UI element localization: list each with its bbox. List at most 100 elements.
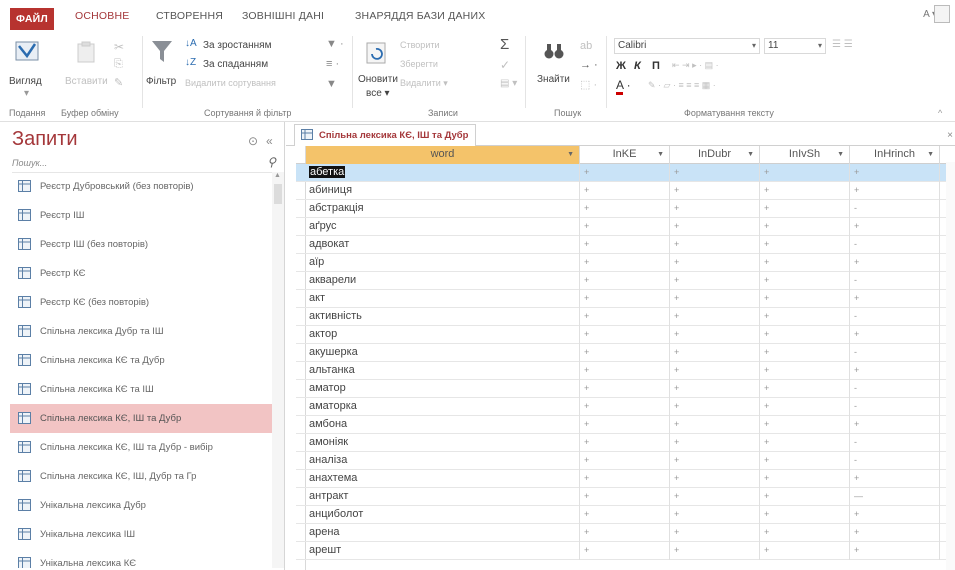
word-cell[interactable]: арешт [306, 542, 580, 560]
word-cell[interactable]: анахтема [306, 470, 580, 488]
nav-query-item[interactable]: Реєстр ІШ [10, 201, 272, 230]
table-row[interactable]: анахтема + + + + [296, 470, 948, 488]
totals-icon[interactable]: Σ [500, 36, 509, 53]
column-header-inivsh[interactable]: InIvSh ▼ [760, 146, 850, 164]
word-cell[interactable]: амоніяк [306, 434, 580, 452]
highlight-icons[interactable]: ✎ · ▱ · ≡ ≡ ≡ ▦ · [648, 80, 716, 91]
list-format-icons[interactable]: ☰ ☰ [832, 39, 853, 50]
flag-cell[interactable]: - [850, 236, 940, 254]
flag-cell[interactable]: + [580, 524, 670, 542]
flag-cell[interactable]: + [760, 218, 850, 236]
flag-cell[interactable]: + [670, 236, 760, 254]
tab-home[interactable]: ОСНОВНЕ [75, 10, 130, 22]
flag-cell[interactable]: + [760, 524, 850, 542]
tab-file[interactable]: ФАЙЛ [10, 8, 54, 30]
collapse-ribbon-icon[interactable]: ^ [938, 108, 942, 118]
scroll-thumb[interactable] [274, 184, 282, 204]
flag-cell[interactable]: + [580, 290, 670, 308]
table-row[interactable]: аматор + + + - [296, 380, 948, 398]
flag-cell[interactable]: + [670, 182, 760, 200]
flag-cell[interactable]: + [760, 488, 850, 506]
flag-cell[interactable]: + [580, 308, 670, 326]
flag-cell[interactable]: + [670, 326, 760, 344]
toggle-filter-icon[interactable]: ▼ [326, 78, 337, 90]
flag-cell[interactable]: + [580, 236, 670, 254]
flag-cell[interactable]: + [580, 200, 670, 218]
nav-query-item[interactable]: Спільна лексика КЄ, ІШ, Дубр та Гр [10, 462, 272, 491]
font-size-select[interactable]: 11 ▾ [764, 38, 826, 54]
flag-cell[interactable]: + [670, 488, 760, 506]
view-icon[interactable] [14, 38, 40, 64]
flag-cell[interactable]: + [670, 362, 760, 380]
flag-cell[interactable]: + [760, 416, 850, 434]
avatar[interactable] [934, 5, 950, 23]
nav-query-item[interactable]: Спільна лексика КЄ та Дубр [10, 346, 272, 375]
word-cell[interactable]: акушерка [306, 344, 580, 362]
table-row[interactable]: антракт + + + — [296, 488, 948, 506]
word-cell[interactable]: активність [306, 308, 580, 326]
spelling-icon[interactable]: ✓ [500, 58, 510, 72]
table-row[interactable]: аґрус + + + + [296, 218, 948, 236]
flag-cell[interactable]: + [670, 470, 760, 488]
flag-cell[interactable]: + [670, 290, 760, 308]
nav-query-item[interactable]: Унікальна лексика КЄ [10, 549, 272, 568]
flag-cell[interactable]: + [580, 506, 670, 524]
flag-cell[interactable]: + [850, 182, 940, 200]
nav-query-item[interactable]: Реєстр КЄ (без повторів) [10, 288, 272, 317]
flag-cell[interactable]: + [670, 272, 760, 290]
flag-cell[interactable]: + [850, 326, 940, 344]
word-cell[interactable]: аматор [306, 380, 580, 398]
font-name-select[interactable]: Calibri ▾ [614, 38, 760, 54]
flag-cell[interactable]: + [580, 452, 670, 470]
table-row[interactable]: арена + + + + [296, 524, 948, 542]
column-dropdown-icon[interactable]: ▼ [837, 146, 844, 163]
word-cell[interactable]: арена [306, 524, 580, 542]
paste-icon[interactable] [75, 40, 97, 64]
table-row[interactable]: адвокат + + + - [296, 236, 948, 254]
word-cell[interactable]: аґрус [306, 218, 580, 236]
flag-cell[interactable]: + [670, 542, 760, 560]
flag-cell[interactable]: + [670, 200, 760, 218]
table-row[interactable]: амоніяк + + + - [296, 434, 948, 452]
close-icon[interactable]: × [947, 130, 953, 141]
flag-cell[interactable]: + [850, 290, 940, 308]
flag-cell[interactable]: + [850, 470, 940, 488]
flag-cell[interactable]: + [580, 182, 670, 200]
filter-button-label[interactable]: Фільтр [146, 76, 176, 87]
italic-button[interactable]: К [634, 60, 641, 72]
flag-cell[interactable]: + [850, 542, 940, 560]
table-row[interactable]: арешт + + + + [296, 542, 948, 560]
flag-cell[interactable]: - [850, 344, 940, 362]
flag-cell[interactable]: + [850, 254, 940, 272]
nav-query-item[interactable]: Спільна лексика Дубр та ІШ [10, 317, 272, 346]
refresh-all-dropdown[interactable]: все ▾ [366, 88, 390, 99]
word-cell[interactable]: аїр [306, 254, 580, 272]
flag-cell[interactable]: + [760, 398, 850, 416]
select-icon[interactable]: ⬚ · [580, 78, 597, 91]
sort-descending-button[interactable]: За спаданням [203, 59, 268, 70]
table-row[interactable]: аматорка + + + - [296, 398, 948, 416]
remove-sort-button[interactable]: Видалити сортування [185, 78, 276, 88]
goto-icon[interactable]: → · [580, 59, 598, 71]
flag-cell[interactable]: + [580, 470, 670, 488]
underline-button[interactable]: П [652, 60, 660, 72]
column-dropdown-icon[interactable]: ▼ [657, 146, 664, 163]
table-row[interactable]: абстракція + + + - [296, 200, 948, 218]
word-cell[interactable]: адвокат [306, 236, 580, 254]
nav-query-item[interactable]: Реєстр КЄ [10, 259, 272, 288]
flag-cell[interactable]: + [850, 524, 940, 542]
flag-cell[interactable]: + [580, 488, 670, 506]
nav-scrollbar[interactable]: ▲ [272, 172, 284, 568]
filter-icon[interactable] [150, 38, 174, 66]
table-row[interactable]: анциболот + + + + [296, 506, 948, 524]
nav-search-input[interactable]: Пошук... ⚲ [12, 155, 280, 173]
flag-cell[interactable]: + [670, 308, 760, 326]
nav-query-item[interactable]: Реєстр ІШ (без повторів) [10, 230, 272, 259]
flag-cell[interactable]: - [850, 308, 940, 326]
paste-button-label[interactable]: Вставити [65, 76, 108, 87]
word-cell[interactable]: акт [306, 290, 580, 308]
table-row[interactable]: акушерка + + + - [296, 344, 948, 362]
word-cell[interactable]: амбона [306, 416, 580, 434]
flag-cell[interactable]: + [850, 362, 940, 380]
word-cell[interactable]: абетка [306, 164, 580, 182]
